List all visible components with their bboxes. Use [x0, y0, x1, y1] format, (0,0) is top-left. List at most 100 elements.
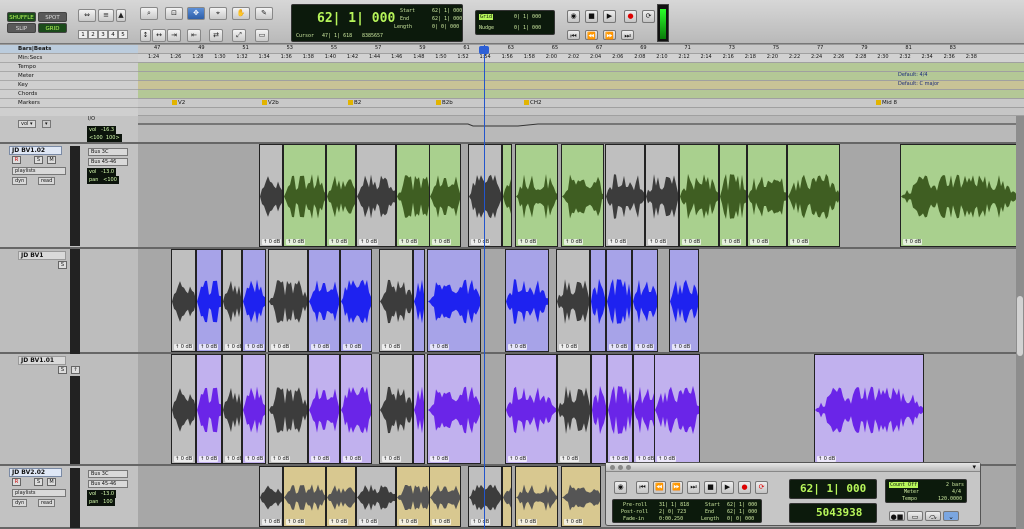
audio-clip[interactable]: ↑ 0 dB — [515, 144, 558, 247]
t-rewind-icon[interactable]: ⏪ — [653, 481, 666, 494]
ruler-chords-label[interactable]: Chords — [0, 90, 138, 99]
slip-mode-button[interactable]: SLIP — [7, 23, 36, 33]
audio-clip[interactable] — [590, 249, 606, 352]
ruler-key-label[interactable]: Key — [0, 81, 138, 90]
playhead-icon[interactable] — [479, 46, 489, 54]
audio-clip[interactable]: ↑ 0 dB — [242, 354, 266, 464]
grabber-tool-icon[interactable]: ✥ — [187, 7, 205, 20]
zoomer-tool-icon[interactable]: ⌕ — [140, 7, 158, 20]
transport-menu-icon[interactable]: ▾ — [972, 463, 976, 471]
audio-clip[interactable]: ↑ 0 dB — [669, 249, 699, 352]
stop-icon[interactable]: ■ — [585, 10, 598, 23]
audio-clip[interactable]: ↑ 0 dB — [242, 249, 266, 352]
clip-gain-label[interactable]: ↑ 0 dB — [245, 456, 265, 462]
track-lane-jd-bv1[interactable]: ↑ 0 dB ↑ 0 dB ↑ 0 dB ↑ 0 dB ↑ 0 dB ↑ 0 dB ↑ 0 … — [138, 249, 1024, 354]
scrollbar-thumb[interactable] — [1017, 296, 1023, 356]
edit-opt-2-icon[interactable]: ↔ — [152, 29, 166, 42]
audio-clip[interactable]: ↑ 0 dB — [379, 354, 413, 464]
audio-clip[interactable]: ↑ 0 dB — [326, 466, 356, 527]
automation-mode[interactable]: read — [38, 177, 56, 185]
marker-b2[interactable]: B2 — [348, 100, 361, 106]
clip-gain-label[interactable]: ↑ 0 dB — [790, 239, 810, 245]
clip-gain-label[interactable]: ↑ 0 dB — [672, 344, 692, 350]
audio-clip[interactable]: ↑ 0 dB — [308, 249, 340, 352]
audio-clip[interactable]: ↑ 0 dB — [396, 144, 432, 247]
record-icon[interactable]: ● — [624, 10, 637, 23]
audio-clip[interactable]: ↑ 0 dB — [814, 354, 924, 464]
clip-gain-label[interactable]: ↑ 0 dB — [382, 344, 402, 350]
track-header-jd-bv1-02[interactable]: JD BV1.02 R S M playlists dyn read Bus 3… — [0, 144, 138, 249]
audio-clip[interactable]: ↑ 0 dB — [515, 466, 558, 527]
clip-gain-label[interactable]: ↑ 0 dB — [430, 456, 450, 462]
audio-clip[interactable]: ↑ 0 dB — [561, 144, 604, 247]
audio-clip[interactable]: ↑ 0 dB — [283, 144, 326, 247]
sel-end[interactable]: 62| 1| 000 — [432, 16, 462, 22]
edit-opt-7-icon[interactable]: ▭ — [255, 29, 269, 42]
audio-clip[interactable]: ↑ 0 dB — [222, 249, 242, 352]
automation-mode[interactable]: read — [38, 499, 56, 507]
clip-gain-label[interactable]: ↑ 0 dB — [560, 456, 580, 462]
selector-tool-icon[interactable]: ⌖ — [209, 7, 227, 20]
track-header-jd-bv1[interactable]: JD BV1 S — [0, 249, 138, 354]
audio-clip[interactable]: ↑ 0 dB — [326, 144, 356, 247]
clip-gain-label[interactable]: ↑ 0 dB — [648, 239, 668, 245]
t-online-icon[interactable]: ◉ — [614, 481, 627, 494]
go-to-end-icon[interactable]: ⏭ — [621, 30, 634, 40]
clip-gain-label[interactable]: ↑ 0 dB — [382, 456, 402, 462]
clip-gain-label[interactable]: ↑ 0 dB — [635, 344, 655, 350]
clip-gain-label[interactable]: ↑ 0 dB — [262, 239, 282, 245]
postroll-value[interactable]: 2| 0| 723 — [659, 509, 686, 515]
clip-gain-label[interactable]: ↑ 0 dB — [518, 519, 538, 525]
grid-mode-button[interactable]: GRID — [38, 23, 67, 33]
audio-clip[interactable]: ↑ 0 dB — [268, 249, 308, 352]
clip-gain-label[interactable]: ↑ 0 dB — [518, 239, 538, 245]
track-header-jd-bv2-02[interactable]: JD BV2.02 R S M playlists dyn read Bus 3… — [0, 466, 138, 529]
fast-forward-icon[interactable]: ⏩ — [603, 30, 616, 40]
audio-clip[interactable]: ↑ 0 dB — [356, 144, 396, 247]
automation-lane[interactable] — [138, 116, 1024, 144]
track-automation-select[interactable]: vol ▾ — [18, 120, 36, 128]
t-play-icon[interactable]: ▶ — [721, 481, 734, 494]
clip-gain-label[interactable]: ↑ 0 dB — [564, 239, 584, 245]
solo-button[interactable]: S — [34, 156, 43, 164]
audio-clip[interactable]: ↑ 0 dB — [283, 466, 326, 527]
ruler-meter-label[interactable]: Meter — [0, 72, 138, 81]
nudge-value[interactable]: 0| 1| 000 — [514, 25, 541, 31]
clip-gain-label[interactable]: ↑ 0 dB — [311, 456, 331, 462]
audio-clip[interactable]: ↑ 0 dB — [427, 249, 481, 352]
clip-gain-label[interactable]: ↑ 0 dB — [399, 519, 419, 525]
online-icon[interactable]: ◉ — [567, 10, 580, 23]
audio-clip[interactable]: ↑ 0 dB — [654, 354, 700, 464]
track-lane-jd-bv1-01[interactable]: ↑ 0 dB ↑ 0 dB ↑ 0 dB ↑ 0 dB ↑ 0 dB ↑ 0 dB ↑ 0 … — [138, 354, 1024, 466]
audio-clip[interactable]: ↑ 0 dB — [556, 249, 590, 352]
meter-ruler[interactable]: Default: 4/4 — [138, 72, 1024, 81]
clip-gain-label[interactable]: ↑ 0 dB — [225, 344, 241, 350]
clip-gain-label[interactable]: ↑ 0 dB — [174, 344, 194, 350]
t-rtz-icon[interactable]: ⏮ — [636, 481, 649, 494]
edit-opt-5-icon[interactable]: ⇄ — [209, 29, 223, 42]
sel-start[interactable]: 62| 1| 000 — [432, 8, 462, 14]
top-vol[interactable]: vol -16.3 — [87, 126, 117, 134]
shuffle-mode-button[interactable]: SHUFFLE — [7, 12, 36, 22]
clip-gain-label[interactable]: ↑ 0 dB — [682, 239, 702, 245]
transport-main-counter[interactable]: 62| 1| 000 — [789, 479, 877, 499]
track-name[interactable]: JD BV1.01 — [18, 356, 66, 365]
bus-output-2[interactable]: Bus 45-46 — [88, 480, 128, 488]
audio-clip[interactable]: ↑ 0 dB — [196, 354, 222, 464]
clip-gain-label[interactable]: ↑ 0 dB — [430, 344, 450, 350]
mute-button[interactable]: M — [47, 156, 56, 164]
audio-clip[interactable]: ↑ 0 dB — [196, 249, 222, 352]
audio-clip[interactable] — [502, 466, 512, 527]
t-record-icon[interactable]: ● — [738, 481, 751, 494]
audio-clip[interactable]: ↑ 0 dB — [561, 466, 601, 527]
clip-gain-label[interactable]: ↑ 0 dB — [432, 519, 452, 525]
clip-gain-label[interactable]: ↑ 0 dB — [559, 344, 579, 350]
clip-gain-label[interactable]: ↑ 0 dB — [508, 456, 528, 462]
audio-clip[interactable]: ↑ 0 dB — [429, 144, 461, 247]
clip-gain-label[interactable]: ↑ 0 dB — [564, 519, 584, 525]
grid-value[interactable]: 0| 1| 000 — [514, 14, 541, 20]
audio-clip[interactable]: ↑ 0 dB — [607, 354, 633, 464]
playlist-selector[interactable]: playlists — [12, 489, 66, 497]
zoom-preset-5[interactable]: 5 — [118, 30, 128, 39]
audio-clip[interactable]: ↑ 0 dB — [427, 354, 481, 464]
